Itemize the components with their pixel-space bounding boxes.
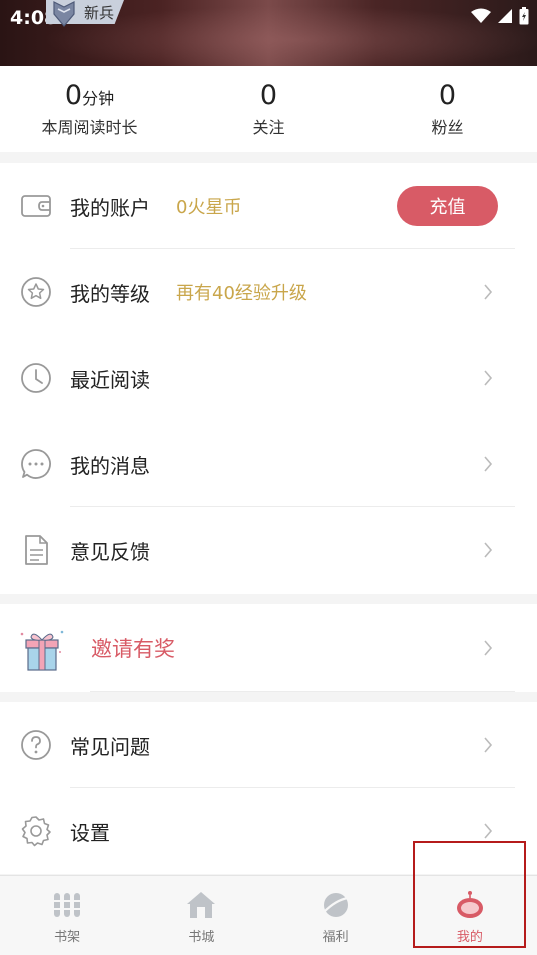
menu-item-label: 最近阅读 xyxy=(70,367,150,392)
wallet-icon xyxy=(21,195,51,217)
menu-item-settings[interactable]: 设置 xyxy=(0,788,537,874)
menu-item-invite[interactable]: 邀请有奖 xyxy=(0,604,537,692)
tab-label: 书城 xyxy=(188,930,215,945)
wifi-icon xyxy=(471,8,491,23)
rank-title: 新兵 xyxy=(84,4,115,22)
stat-unit: 分钟 xyxy=(82,89,115,108)
menu-item-account[interactable]: 我的账户 0火星币 充值 xyxy=(0,163,537,249)
stat-value: 0 xyxy=(438,80,457,111)
robot-icon xyxy=(456,891,483,918)
main-menu-card: 我的账户 0火星币 充值 我的等级 再有40经验升级 最近阅读 我的消息 意见反… xyxy=(0,163,537,594)
menu-item-label: 我的账户 xyxy=(70,195,150,220)
menu-item-messages[interactable]: 我的消息 xyxy=(0,421,537,507)
gift-icon xyxy=(20,630,64,671)
status-icons xyxy=(471,7,529,25)
tab-label: 我的 xyxy=(456,930,483,945)
tab-welfare[interactable]: 福利 xyxy=(269,876,403,955)
menu-item-label: 我的等级 xyxy=(70,281,150,306)
document-icon xyxy=(25,535,48,565)
stat-reading-time[interactable]: 0分钟 本周阅读时长 xyxy=(0,66,179,152)
stat-label: 粉丝 xyxy=(431,118,464,137)
menu-item-level[interactable]: 我的等级 再有40经验升级 xyxy=(0,249,537,335)
menu-item-label: 我的消息 xyxy=(70,453,150,478)
divider xyxy=(90,691,515,692)
clock-icon xyxy=(21,363,51,393)
tab-bookshelf[interactable]: 书架 xyxy=(0,876,134,955)
menu-item-label: 常见问题 xyxy=(70,734,150,759)
menu-item-label: 意见反馈 xyxy=(70,539,150,564)
menu-item-faq[interactable]: 常见问题 xyxy=(0,702,537,788)
stat-label: 本周阅读时长 xyxy=(41,118,138,137)
bottom-tab-bar: 书架 书城 福利 我的 xyxy=(0,875,537,955)
stat-followers[interactable]: 0 粉丝 xyxy=(358,66,537,152)
chevron-right-icon xyxy=(484,542,493,558)
chat-icon xyxy=(21,449,51,479)
profile-header: 4:08 新兵 xyxy=(0,0,537,66)
gear-icon xyxy=(21,816,51,847)
battery-icon xyxy=(519,7,529,25)
star-icon xyxy=(21,277,51,307)
menu-item-label: 设置 xyxy=(70,820,110,845)
question-icon xyxy=(21,730,51,760)
chevron-right-icon xyxy=(484,737,493,753)
signal-icon xyxy=(498,9,512,23)
tab-label: 福利 xyxy=(322,930,349,945)
invite-label: 邀请有奖 xyxy=(91,637,175,661)
stat-value: 0 xyxy=(259,80,278,111)
help-settings-card: 常见问题 设置 xyxy=(0,702,537,874)
chevron-right-icon xyxy=(484,370,493,386)
chevron-right-icon xyxy=(484,456,493,472)
menu-item-recent[interactable]: 最近阅读 xyxy=(0,335,537,421)
menu-item-feedback[interactable]: 意见反馈 xyxy=(0,507,537,593)
tab-label: 书架 xyxy=(54,930,81,945)
chevron-right-icon xyxy=(484,640,493,656)
store-icon xyxy=(187,892,216,918)
chevron-right-icon xyxy=(484,823,493,839)
tab-mine[interactable]: 我的 xyxy=(403,876,537,955)
reading-stats: 0分钟 本周阅读时长 0 关注 0 粉丝 xyxy=(0,66,537,152)
invite-card: 邀请有奖 xyxy=(0,604,537,692)
tab-bookstore[interactable]: 书城 xyxy=(134,876,268,955)
recharge-button[interactable]: 充值 xyxy=(397,186,498,226)
level-hint: 再有40经验升级 xyxy=(176,283,307,304)
rank-shield-icon xyxy=(53,1,75,27)
chevron-right-icon xyxy=(484,284,493,300)
stat-following[interactable]: 0 关注 xyxy=(179,66,358,152)
planet-icon xyxy=(322,893,348,917)
bookshelf-icon xyxy=(54,893,81,917)
stat-value: 0 xyxy=(64,80,83,111)
stat-label: 关注 xyxy=(252,118,285,137)
coin-balance: 0火星币 xyxy=(176,197,242,218)
